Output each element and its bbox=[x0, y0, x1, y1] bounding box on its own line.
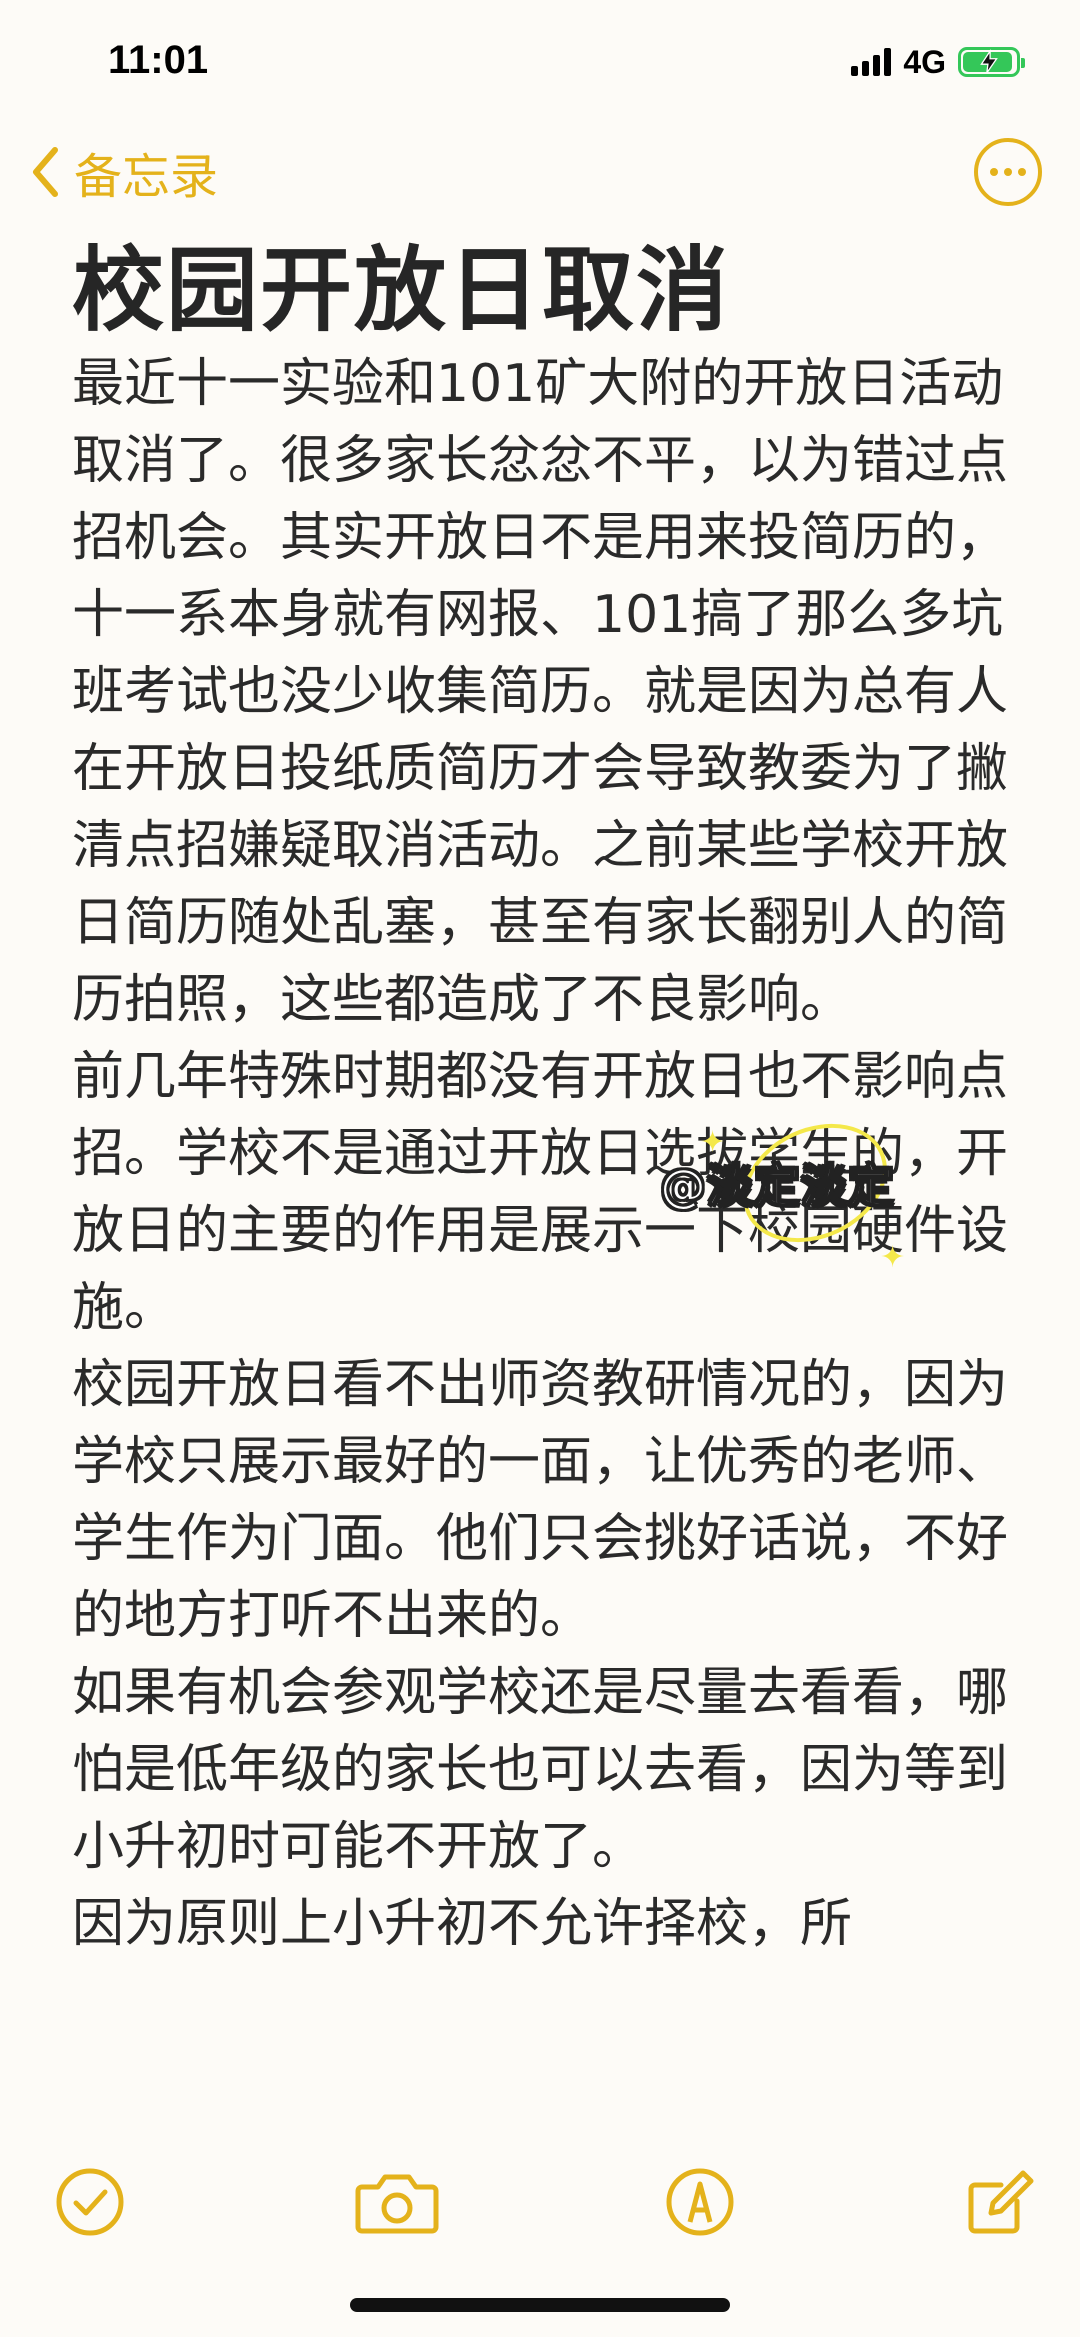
note-paragraph[interactable]: 最近十一实验和101矿大附的开放日活动取消了。很多家长忿忿不平，以为错过点招机会… bbox=[72, 346, 1012, 1039]
more-options-button[interactable] bbox=[974, 138, 1042, 206]
note-paragraph[interactable]: 如果有机会参观学校还是尽量去看看，哪怕是低年级的家长也可以去看，因为等到小升初时… bbox=[72, 1655, 1012, 1886]
camera-icon bbox=[355, 2174, 439, 2234]
note-title[interactable]: 校园开放日取消 bbox=[72, 236, 1012, 346]
cellular-signal-icon bbox=[851, 48, 892, 76]
status-time: 11:01 bbox=[108, 38, 209, 82]
pen-markup-icon bbox=[666, 2168, 734, 2236]
checklist-icon bbox=[56, 2168, 124, 2236]
note-paragraph[interactable]: 校园开放日看不出师资教研情况的，因为学校只展示最好的一面，让优秀的老师、学生作为… bbox=[72, 1347, 1012, 1655]
note-paragraph[interactable]: 因为原则上小升初不允许择校，所 bbox=[72, 1886, 1012, 1963]
sparkle-icon: ✦ bbox=[880, 1240, 906, 1275]
bottom-toolbar bbox=[0, 2150, 1080, 2260]
charging-bolt-icon bbox=[980, 49, 998, 74]
status-bar: 11:01 4G bbox=[0, 0, 1080, 120]
more-dot bbox=[1018, 168, 1026, 176]
compose-button[interactable] bbox=[960, 2162, 1040, 2242]
checklist-button[interactable] bbox=[50, 2162, 130, 2242]
home-indicator[interactable] bbox=[350, 2298, 730, 2312]
network-type: 4G bbox=[903, 43, 946, 80]
status-indicators: 4G bbox=[851, 40, 1025, 84]
battery-icon bbox=[958, 47, 1025, 77]
back-button[interactable]: 备忘录 bbox=[30, 140, 219, 205]
more-dot bbox=[990, 168, 998, 176]
more-dot bbox=[1004, 168, 1012, 176]
watermark: @淡定淡定 bbox=[659, 1158, 895, 1214]
markup-button[interactable] bbox=[660, 2162, 740, 2242]
back-button-label: 备忘录 bbox=[74, 149, 219, 205]
compose-icon bbox=[968, 2170, 1034, 2234]
chevron-left-icon bbox=[33, 147, 58, 197]
camera-button[interactable] bbox=[352, 2162, 442, 2242]
